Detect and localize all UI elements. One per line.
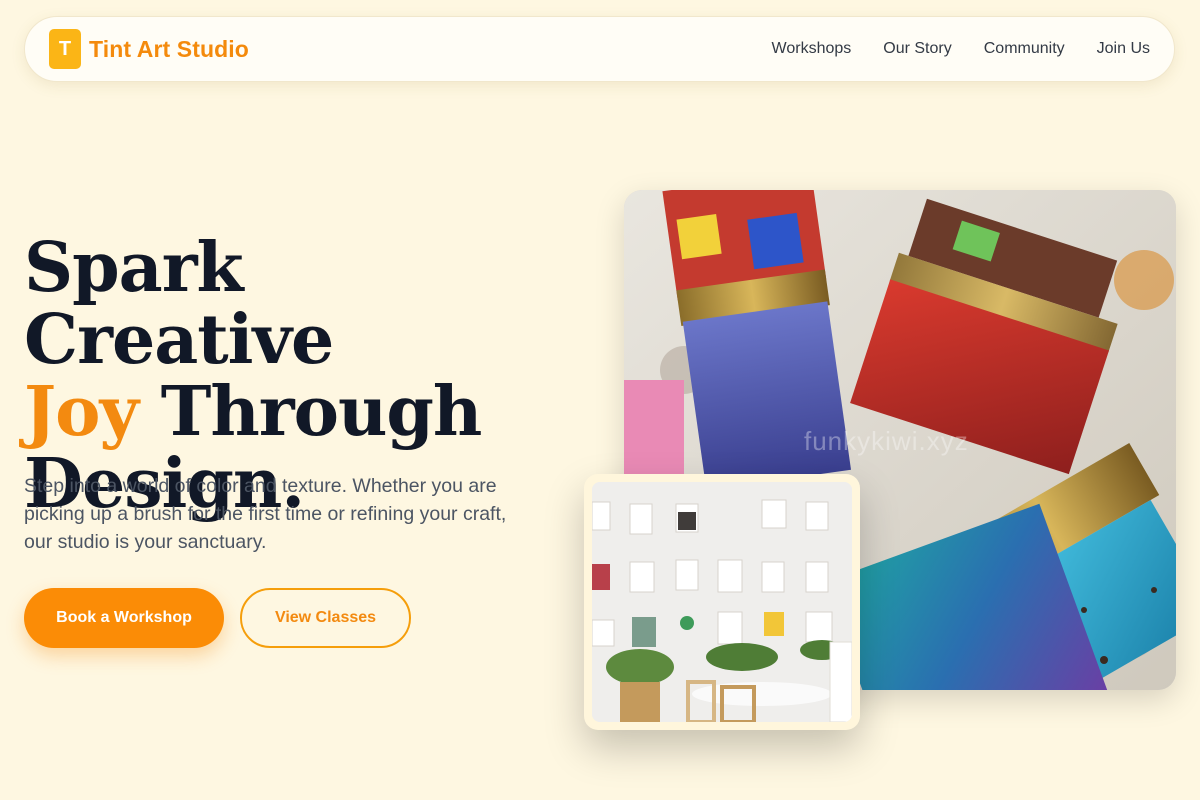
nav-link-our-story[interactable]: Our Story [883,40,951,58]
nav-link-workshops[interactable]: Workshops [772,40,852,58]
nav-link-join-us[interactable]: Join Us [1097,40,1150,58]
hero-title-line1: Spark Creative [24,228,334,380]
brand-name: Tint Art Studio [89,35,249,62]
inset-image-frame [584,474,860,730]
view-classes-button[interactable]: View Classes [240,588,411,648]
gallery-wall-illustration [592,482,852,722]
brand[interactable]: T Tint Art Studio [49,29,249,69]
hero-subtitle: Step into a world of color and texture. … [24,475,507,553]
landing-page: T Tint Art Studio Workshops Our Story Co… [0,0,1200,800]
inset-image-gallery-wall [592,482,852,722]
logo-icon: T [49,29,81,69]
nav-link-community[interactable]: Community [984,40,1065,58]
top-navbar: T Tint Art Studio Workshops Our Story Co… [24,16,1175,82]
hero-title-line2: Through [138,372,483,452]
hero-title-accent: Joy [24,372,139,452]
main-nav: Workshops Our Story Community Join Us [772,40,1150,58]
book-workshop-button[interactable]: Book a Workshop [24,588,224,648]
image-watermark: funkykiwi.xyz [804,426,969,456]
